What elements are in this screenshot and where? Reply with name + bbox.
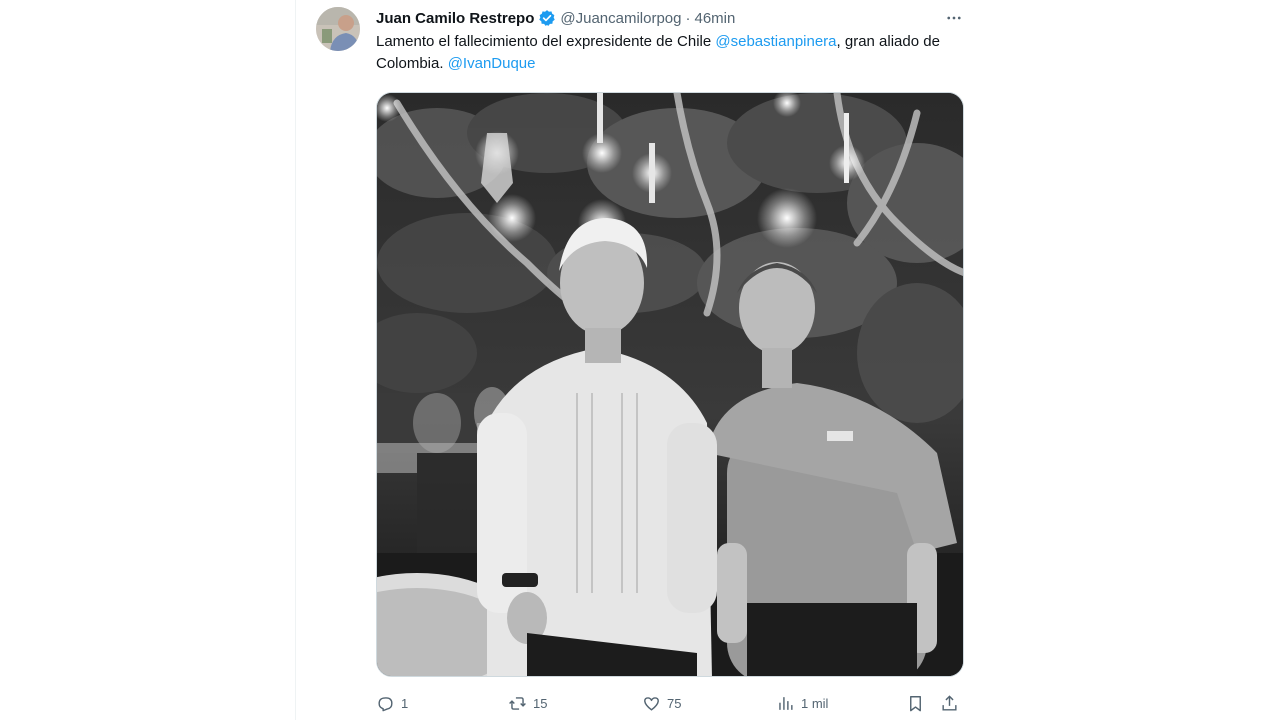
reply-icon (378, 696, 393, 711)
like-count: 75 (667, 695, 682, 711)
share-icon (942, 694, 957, 711)
verified-badge-icon (538, 9, 556, 27)
avatar[interactable] (316, 7, 360, 51)
left-column-divider (0, 0, 296, 720)
reply-button[interactable]: 1 (376, 690, 408, 716)
author-name[interactable]: Juan Camilo Restrepo (376, 10, 534, 27)
timestamp[interactable]: 46min (695, 10, 736, 27)
mention-ivanduque[interactable]: @IvanDuque (448, 55, 536, 72)
like-button[interactable]: 75 (642, 690, 681, 716)
bookmark-icon (910, 695, 921, 711)
tweet-text-part1: Lamento el fallecimiento del expresident… (376, 33, 716, 50)
views-button[interactable]: 1 mil (776, 690, 828, 716)
heart-icon (644, 696, 659, 711)
tweet[interactable]: Juan Camilo Restrepo @Juancamilorpog · 4… (296, 0, 980, 720)
tweet-photo[interactable] (376, 92, 964, 677)
tweet-header: Juan Camilo Restrepo @Juancamilorpog · 4… (376, 7, 735, 29)
bookmark-button[interactable] (906, 690, 925, 716)
views-chart-icon (779, 696, 793, 710)
reply-count: 1 (401, 695, 409, 711)
retweet-icon (509, 696, 526, 710)
views-count: 1 mil (801, 695, 829, 711)
author-handle[interactable]: @Juancamilorpog (560, 10, 681, 27)
retweet-count: 15 (533, 695, 548, 711)
mention-sebastianpinera[interactable]: @sebastianpinera (715, 33, 836, 50)
more-options-icon[interactable] (942, 7, 966, 29)
photo-illustration (377, 93, 963, 676)
share-button[interactable] (940, 690, 959, 716)
tweet-text: Lamento el fallecimiento del expresident… (376, 31, 966, 75)
retweet-button[interactable]: 15 (508, 690, 547, 716)
separator-dot: · (685, 9, 691, 27)
tweet-actions: 1 15 75 1 mil (372, 690, 972, 716)
